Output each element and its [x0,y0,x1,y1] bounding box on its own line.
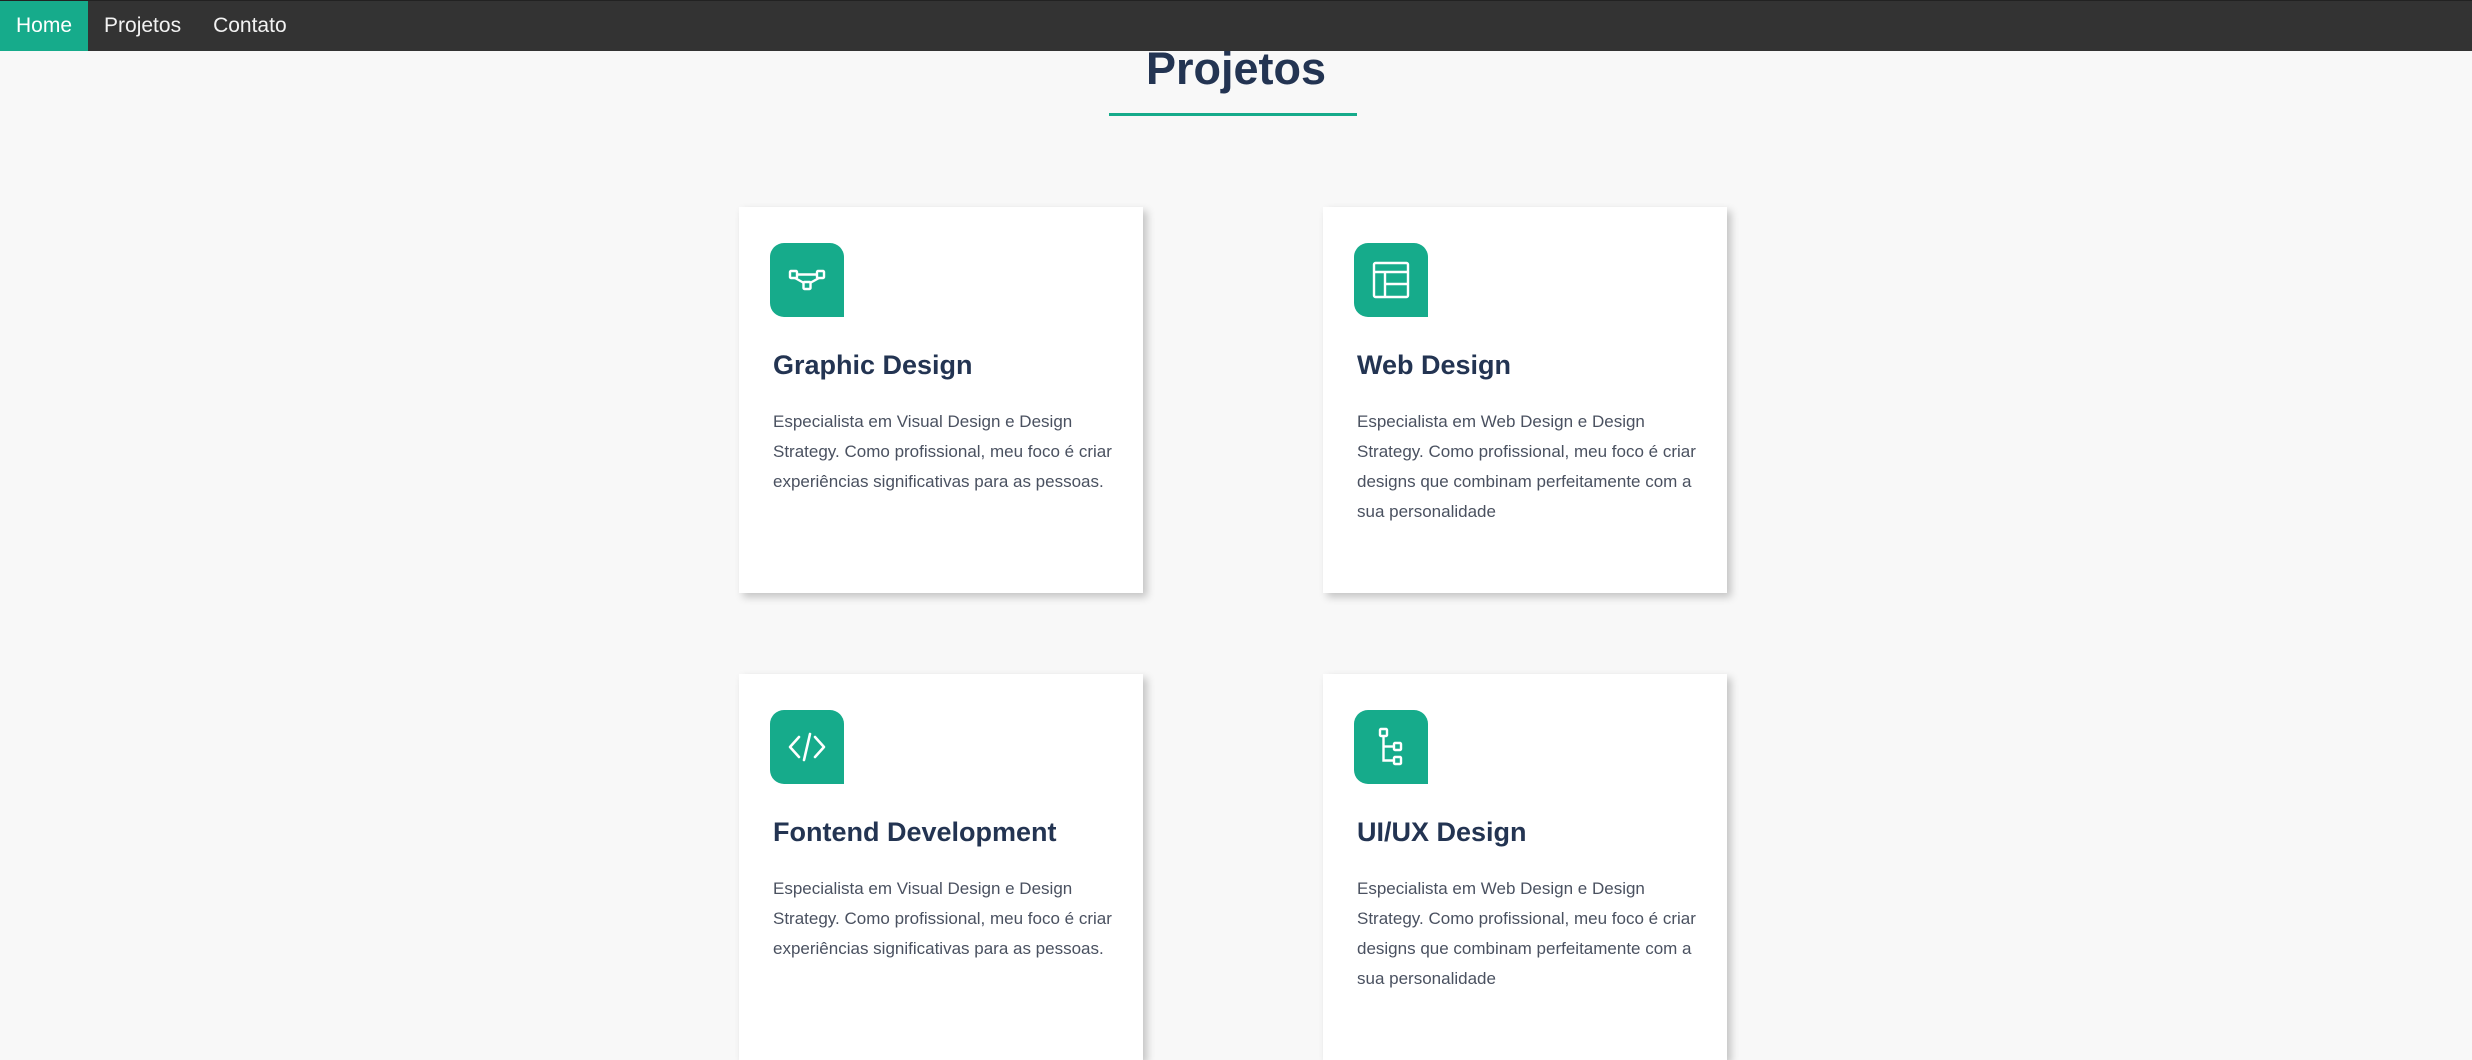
top-navbar: Home Projetos Contato [0,0,2472,51]
card-title: UI/UX Design [1357,817,1527,847]
card-title: Web Design [1357,350,1512,380]
title-underline [1109,113,1357,116]
code-icon [770,710,844,784]
layout-icon [1354,243,1428,317]
card-title: Graphic Design [773,350,973,380]
project-card-graphic-design: Graphic Design Especialista em Visual De… [739,207,1143,593]
project-card-web-design: Web Design Especialista em Web Design e … [1323,207,1727,593]
nav-link-projetos[interactable]: Projetos [88,1,197,51]
card-title: Fontend Development [773,817,1057,847]
card-description: Especialista em Web Design e Design Stra… [1357,879,1696,988]
nav-link-home[interactable]: Home [0,1,89,51]
card-description: Especialista em Visual Design e Design S… [773,412,1112,491]
card-description: Especialista em Web Design e Design Stra… [1357,412,1696,521]
nav-link-contato[interactable]: Contato [197,1,303,51]
sitemap-icon [1354,710,1428,784]
card-description: Especialista em Visual Design e Design S… [773,879,1112,958]
vector-path-icon [770,243,844,317]
project-card-ui-ux-design: UI/UX Design Especialista em Web Design … [1323,674,1727,1060]
project-card-frontend-development: Fontend Development Especialista em Visu… [739,674,1143,1060]
